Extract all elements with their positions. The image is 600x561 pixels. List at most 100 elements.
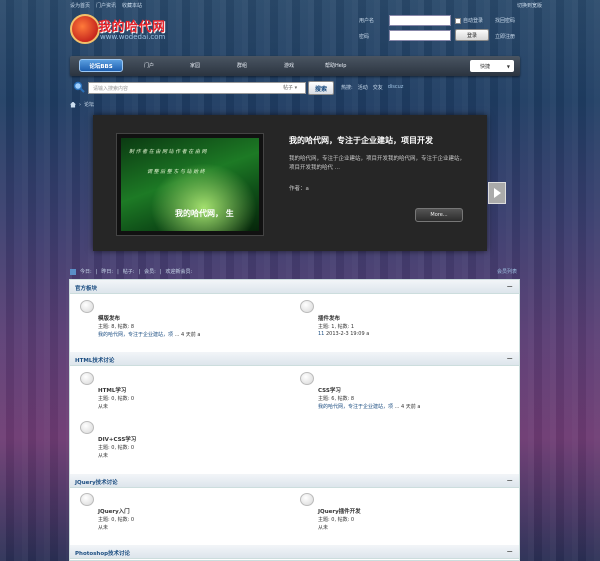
password-input[interactable] [389, 30, 451, 41]
forum-name[interactable]: JQuery插件开发 [318, 507, 361, 515]
quick-nav-dropdown[interactable]: 快捷 ▼ [470, 60, 514, 72]
forum-icon [300, 493, 314, 506]
forum-name[interactable]: 插件发布 [318, 314, 340, 322]
forum-icon [300, 300, 314, 313]
collapse-icon[interactable]: − [506, 282, 513, 291]
search-input[interactable]: 请输入搜索内容 [88, 82, 306, 94]
slide-author: 作者：a [289, 186, 309, 192]
nav-item-home[interactable]: 家园 [190, 62, 200, 69]
stat-yesterday: 昨日: [101, 269, 114, 275]
last-post-link[interactable]: 我的哈代网，专注于企业建站，项 [318, 404, 393, 410]
forum-last-post: 11 2013-2-3 19:09 a [318, 331, 369, 337]
stat-posts: 帖子: [122, 269, 135, 275]
last-post-time: 从未 [98, 404, 109, 410]
category-title[interactable]: HTML技术讨论 [75, 356, 114, 364]
forum-last-post: 从未 [318, 524, 328, 531]
nav-item-game[interactable]: 游戏 [284, 62, 294, 69]
nav-item-help[interactable]: 帮助Help [325, 62, 346, 69]
forum-item: JQuery插件开发 主题: 0, 帖数: 0 从未 [294, 493, 494, 535]
breadcrumb-separator: › [79, 101, 81, 108]
collapse-icon[interactable]: − [506, 476, 513, 485]
home-icon[interactable] [70, 101, 76, 108]
username-label: 用户名 [359, 18, 375, 24]
username-input[interactable] [389, 15, 451, 26]
stats-icon [70, 268, 76, 275]
forum-name[interactable]: CSS学习 [318, 386, 341, 394]
slide-image-text: 调 整 后 整 东 与 站 始 终 [147, 169, 205, 175]
slider-next-button[interactable] [488, 182, 506, 204]
slide-image[interactable]: 制 作 者 在 由 网 站 作 者 在 由 网 调 整 后 整 东 与 站 始 … [116, 133, 264, 236]
last-post-link[interactable]: 我的哈代网，专注于企业建站，项 [98, 332, 173, 338]
set-homepage-link[interactable]: 设为首页 [70, 2, 90, 9]
forum-stats: 主题: 0, 帖数: 0 [98, 396, 135, 402]
site-logo[interactable]: 我的哈代网 www.wodedai.com [70, 12, 188, 46]
hot-keyword[interactable]: discuz [388, 84, 404, 91]
forum-last-post: 我的哈代网，专注于企业建站，项 ... 4 天前 a [318, 403, 420, 410]
search-type-select[interactable]: 帖子 ▾ [283, 84, 297, 91]
slide-title[interactable]: 我的哈代网，专注于企业建站，项目开发 [289, 135, 433, 146]
forum-last-post: 我的哈代网，专注于企业建站，项 ... 4 天前 a [98, 331, 200, 338]
forum-icon [80, 421, 94, 434]
nav-item-portal[interactable]: 门户 [144, 62, 154, 69]
nav-item-group[interactable]: 群组 [237, 62, 247, 69]
featured-slider: 制 作 者 在 由 网 站 作 者 在 由 网 调 整 后 整 东 与 站 始 … [93, 115, 487, 251]
slide-image-caption: 我的哈代网， 生 [175, 209, 234, 218]
category-header: HTML技术讨论 − [70, 352, 519, 366]
autologin-checkbox[interactable] [455, 17, 461, 24]
bookmark-link[interactable]: 收藏本站 [122, 2, 142, 9]
login-button[interactable]: 登录 [455, 29, 489, 41]
last-post-user[interactable]: a [417, 404, 420, 410]
autologin-option[interactable]: 自动登录 [455, 17, 483, 24]
breadcrumb-forum[interactable]: 论坛 [84, 101, 94, 108]
last-post-user[interactable]: a [366, 331, 369, 337]
forum-last-post: 从未 [98, 403, 108, 410]
forum-list: 官方板块 − 模版发布 主题: 8, 帖数: 8 我的哈代网，专注于企业建站，项… [69, 279, 520, 561]
member-list-link[interactable]: 会员列表 [497, 268, 517, 275]
forum-last-post: 从未 [98, 452, 108, 459]
forum-icon [80, 493, 94, 506]
category-title[interactable]: Photoshop技术讨论 [75, 549, 130, 557]
arrow-right-icon [493, 188, 501, 198]
forum-stats: 主题: 6, 帖数: 8 [318, 396, 355, 402]
switch-wide-link[interactable]: 切换到宽版 [517, 2, 542, 9]
more-button[interactable]: More... [415, 208, 463, 222]
last-post-user[interactable]: a [197, 332, 200, 338]
last-post-link[interactable]: 11 [318, 331, 324, 337]
last-post-time: 从未 [98, 525, 109, 531]
forum-stats: 主题: 0, 帖数: 0 [98, 517, 135, 523]
password-label: 密码 [359, 34, 370, 40]
stat-today: 今日: [80, 269, 92, 275]
portal-link[interactable]: 门户资讯 [96, 2, 116, 9]
last-post-time: 2013-2-3 19:09 [325, 331, 365, 337]
forum-icon [300, 372, 314, 385]
forum-name[interactable]: 模版发布 [98, 314, 120, 322]
nav-item-bbs[interactable]: 论坛BBS [79, 59, 123, 72]
forum-item: DIV+CSS学习 主题: 0, 帖数: 0 从未 [74, 421, 274, 463]
main-nav: 论坛BBS 门户 家园 群组 游戏 帮助Help 快捷 ▼ [70, 56, 520, 76]
last-post-time: ... 4 天前 [174, 332, 196, 338]
hot-keyword[interactable]: 活动 [358, 84, 368, 91]
forum-icon [80, 372, 94, 385]
forum-name[interactable]: DIV+CSS学习 [98, 435, 136, 443]
collapse-icon[interactable]: − [506, 547, 513, 556]
category-title[interactable]: JQuery技术讨论 [75, 478, 118, 486]
stat-new-member: 欢迎新会员: [165, 269, 193, 275]
forum-name[interactable]: JQuery入门 [98, 507, 130, 515]
category-header: Photoshop技术讨论 − [70, 545, 519, 559]
category-title[interactable]: 官方板块 [75, 284, 97, 292]
forum-stats: 主题: 1, 帖数: 1 [318, 324, 355, 330]
hot-keyword[interactable]: 交友 [373, 84, 383, 91]
forum-name[interactable]: HTML学习 [98, 386, 126, 394]
top-links: 设为首页 门户资讯 收藏本站 [70, 2, 142, 9]
slide-image-text: 制 作 者 在 由 网 站 作 者 在 由 网 [129, 149, 207, 155]
collapse-icon[interactable]: − [506, 354, 513, 363]
forgot-password-link[interactable]: 找回密码 [495, 17, 515, 24]
forum-item: 模版发布 主题: 8, 帖数: 8 我的哈代网，专注于企业建站，项 ... 4 … [74, 300, 274, 342]
stat-members: 会员: [144, 269, 156, 275]
forum-stats: 主题: 0, 帖数: 0 [318, 517, 355, 523]
forum-last-post: 从未 [98, 524, 108, 531]
register-link[interactable]: 立即注册 [495, 33, 515, 40]
quick-nav-label: 快捷 [480, 63, 491, 70]
search-button[interactable]: 搜索 [308, 81, 334, 95]
category-header: JQuery技术讨论 − [70, 474, 519, 488]
